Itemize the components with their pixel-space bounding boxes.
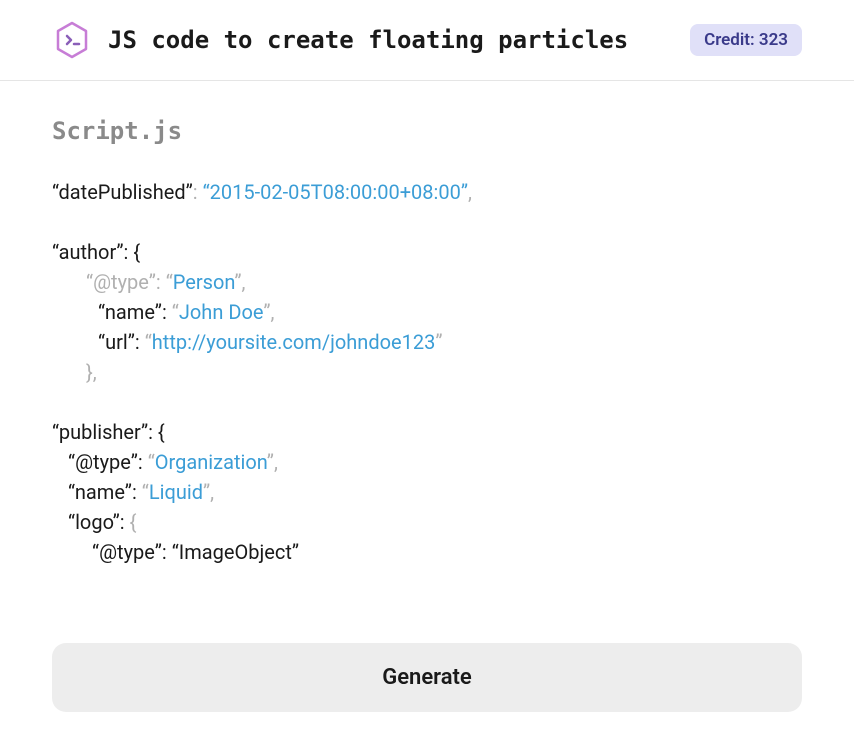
code-line: “@type”: “Organization”, <box>52 447 802 477</box>
content-area: Script.js “datePublished”: “2015-02-05T0… <box>0 81 854 567</box>
code-line: “publisher”: { <box>52 417 802 447</box>
code-line: “author”: { <box>52 237 802 267</box>
filename-label: Script.js <box>52 117 802 145</box>
code-line: “@type”: “ImageObject” <box>52 537 802 567</box>
code-line: “url”: “http://yoursite.com/johndoe123” <box>52 327 802 357</box>
generate-button[interactable]: Generate <box>52 643 802 712</box>
credit-badge: Credit: 323 <box>690 24 802 56</box>
code-line: “name”: “Liquid”, <box>52 477 802 507</box>
code-line: “logo”: { <box>52 507 802 537</box>
header: JS code to create floating particles Cre… <box>0 0 854 81</box>
code-line: “name”: “John Doe”, <box>52 297 802 327</box>
app-logo-icon <box>52 20 92 60</box>
code-line: }, <box>52 357 802 387</box>
page-title: JS code to create floating particles <box>108 26 674 54</box>
code-line: “@type”: “Person”, <box>52 267 802 297</box>
code-line: “datePublished”: “2015-02-05T08:00:00+08… <box>52 177 802 207</box>
footer: Generate <box>52 643 802 712</box>
code-block: “datePublished”: “2015-02-05T08:00:00+08… <box>52 177 802 567</box>
